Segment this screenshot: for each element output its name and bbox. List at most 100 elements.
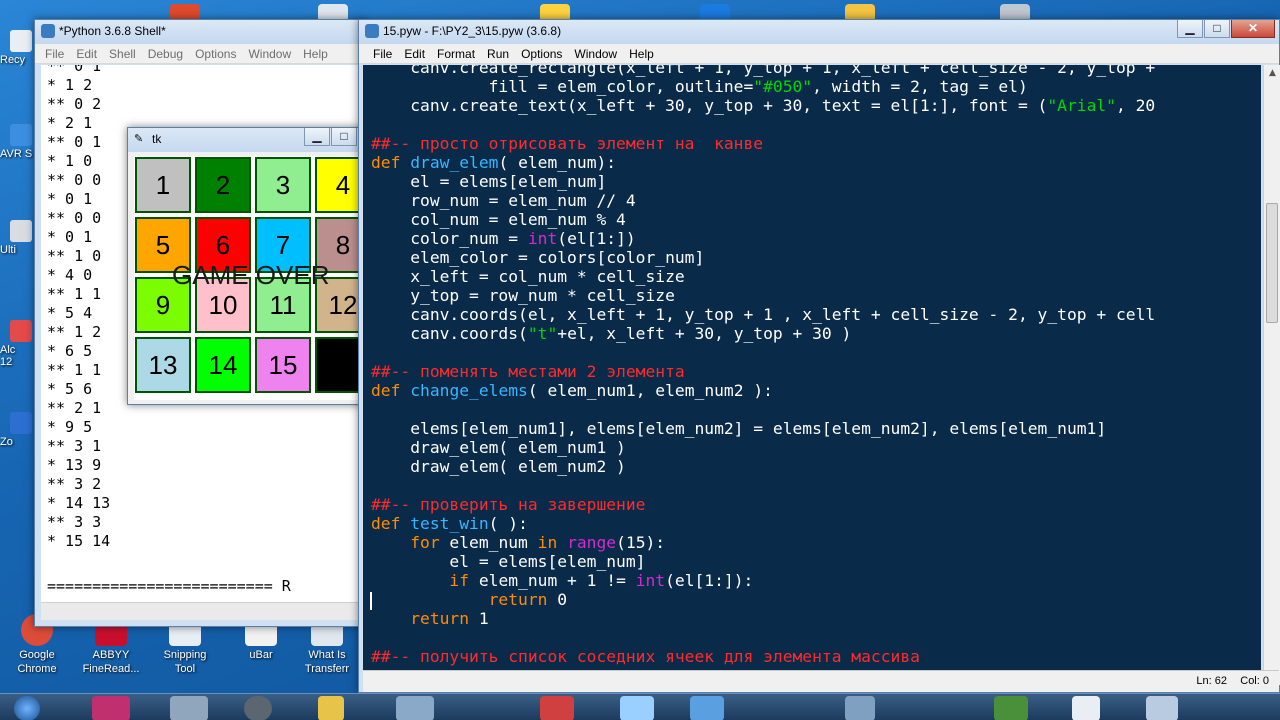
shell-menu-file[interactable]: File (39, 47, 70, 61)
puzzle-cell[interactable]: 15 (255, 337, 311, 393)
start-button-icon[interactable] (14, 696, 40, 720)
taskbar-app-icon[interactable] (170, 696, 208, 720)
code-editor[interactable]: canv.create_rectangle(x_left + 1, y_top … (363, 65, 1261, 685)
code-token: , 20 (1115, 96, 1156, 115)
desktop-icon-label: Google Chrome (17, 649, 57, 675)
editor-menu-options[interactable]: Options (515, 47, 568, 61)
puzzle-cell[interactable]: 1 (135, 157, 191, 213)
code-line: def draw_elem( elem_num): (371, 153, 1261, 172)
code-token: if (371, 571, 470, 590)
maximize-button[interactable]: □ (331, 128, 357, 146)
code-token: 0 (547, 590, 568, 609)
minimize-button[interactable]: ▁ (304, 128, 330, 146)
desktop-icon-recycle[interactable]: Recy (0, 30, 34, 66)
shell-output-line: * 9 5 (47, 418, 93, 436)
puzzle-cell[interactable]: 14 (195, 337, 251, 393)
shell-menu-shell[interactable]: Shell (103, 47, 142, 61)
editor-menu-edit[interactable]: Edit (398, 47, 431, 61)
taskbar-app3-icon[interactable] (396, 696, 434, 720)
code-token: canv.create_text(x_left + 30, y_top + 30… (371, 96, 1048, 115)
code-line: canv.coords(el, x_left + 1, y_top + 1 , … (371, 305, 1261, 324)
code-token: elem_num (439, 533, 538, 552)
shell-menu-window[interactable]: Window (242, 47, 297, 61)
code-line: draw_elem( elem_num1 ) (371, 438, 1261, 457)
desktop-icon-label: uBar (249, 649, 273, 661)
shell-titlebar[interactable]: *Python 3.6.8 Shell* (35, 20, 363, 44)
code-token: canv.coords(el, x_left + 1, y_top + 1 , … (371, 305, 1156, 324)
close-button[interactable]: ✕ (1231, 20, 1275, 38)
code-line: draw_elem( elem_num2 ) (371, 457, 1261, 476)
code-token: draw_elem (410, 153, 499, 172)
game-canvas[interactable]: 1 2 3 4 5 6 7 8 9 10 11 12 13 14 15 GAME OVER (134, 156, 366, 400)
shell-output-line: ** 3 3 (47, 513, 102, 531)
editor-window[interactable]: 15.pyw - F:\PY2_3\15.pyw (3.6.8) ▁ □ ✕ F… (358, 19, 1280, 693)
shell-menu-options[interactable]: Options (189, 47, 242, 61)
taskbar-app8-icon[interactable] (994, 696, 1028, 720)
desktop-icon-label: Alc 12 (0, 344, 16, 368)
taskbar-app6-icon[interactable] (690, 696, 724, 720)
code-token: +el, x_left + 30, y_top + 30 ) (557, 324, 852, 343)
taskbar-app5-icon[interactable] (620, 696, 654, 720)
code-line: el = elems[elem_num] (371, 552, 1261, 571)
maximize-button[interactable]: □ (1204, 20, 1230, 38)
shell-menu-debug[interactable]: Debug (142, 47, 189, 61)
desktop-icon-avr[interactable]: AVR S (0, 124, 34, 160)
python-file-icon (365, 24, 379, 38)
code-line: for elem_num in range(15): (371, 533, 1261, 552)
game-over-text: GAME OVER (172, 260, 330, 290)
shell-menu-edit[interactable]: Edit (70, 47, 103, 61)
taskbar-app4-icon[interactable] (540, 696, 574, 720)
shell-horizontal-scrollbar[interactable] (41, 602, 363, 620)
scroll-up-icon[interactable]: ▲ (1264, 65, 1280, 82)
desktop-icon-zo[interactable]: Zo (0, 412, 34, 448)
taskbar-folder-icon[interactable] (318, 696, 344, 720)
editor-menu-help[interactable]: Help (623, 47, 660, 61)
code-line: y_top = row_num * cell_size (371, 286, 1261, 305)
code-token: canv.coords( (371, 324, 528, 343)
code-token: return (371, 609, 470, 628)
taskbar-app7-icon[interactable] (845, 696, 875, 720)
desktop-icon-label: ABBYY FineRead... (82, 649, 140, 675)
shell-output-line: ** 0 1 (47, 65, 102, 75)
code-token: ( ): (488, 514, 528, 533)
editor-titlebar[interactable]: 15.pyw - F:\PY2_3\15.pyw (3.6.8) ▁ □ ✕ (359, 20, 1279, 44)
recycle-bin-icon (10, 30, 32, 52)
taskbar-app9-icon[interactable] (1072, 696, 1100, 720)
code-token: "t" (527, 324, 558, 343)
editor-menu-file[interactable]: File (367, 47, 398, 61)
taskbar-app-fs-icon[interactable] (92, 696, 130, 720)
code-line: row_num = elem_num // 4 (371, 191, 1261, 210)
puzzle-cell[interactable]: 3 (255, 157, 311, 213)
code-line: ##-- проверить на завершение (371, 495, 1261, 514)
code-token: fill = elem_color, outline= (371, 77, 754, 96)
code-token: int (527, 229, 558, 248)
code-token: in (537, 533, 558, 552)
code-token: canv.create_rectangle(x_left + 1, y_top … (371, 65, 1156, 77)
desktop-icon-alc[interactable]: Alc 12 (0, 320, 34, 368)
editor-vertical-scrollbar[interactable]: ▲ ▼ (1263, 65, 1280, 685)
scroll-thumb[interactable] (1266, 203, 1278, 323)
taskbar-app10-icon[interactable] (1146, 696, 1178, 720)
code-line: x_left = col_num * cell_size (371, 267, 1261, 286)
taskbar-app2-icon[interactable] (244, 696, 272, 720)
shell-menu-help[interactable]: Help (297, 47, 334, 61)
puzzle-cell[interactable]: 2 (195, 157, 251, 213)
minimize-button[interactable]: ▁ (1177, 20, 1203, 38)
puzzle-cell[interactable]: 13 (135, 337, 191, 393)
editor-menu-window[interactable]: Window (568, 47, 623, 61)
code-line: ##-- получить список соседних ячеек для … (371, 647, 1261, 666)
editor-menu-format[interactable]: Format (431, 47, 481, 61)
code-line: return 0 (371, 590, 1261, 609)
desktop-icon-label: AVR S (0, 148, 33, 160)
tk-window[interactable]: ✎ tk ▁ □ ✕ 123456789101112131415 GAME OV… (127, 127, 378, 405)
desktop-icon-ulti[interactable]: Ulti (0, 220, 34, 256)
tk-titlebar[interactable]: ✎ tk ▁ □ ✕ (128, 128, 378, 152)
code-line: if elem_num + 1 != int(el[1:]): (371, 571, 1261, 590)
editor-menu-run[interactable]: Run (481, 47, 515, 61)
code-token: elem_num + 1 != (469, 571, 636, 590)
code-token: ##-- получить список соседних ячеек для … (371, 647, 920, 666)
